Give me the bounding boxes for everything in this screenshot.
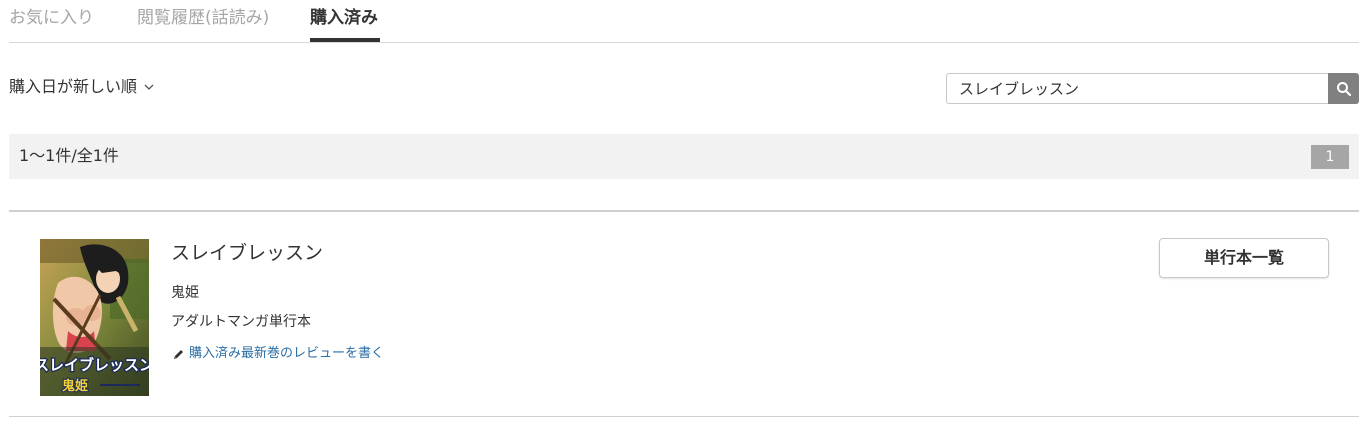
- item-category: アダルトマンガ単行本: [171, 314, 311, 330]
- chevron-down-icon: [144, 84, 154, 90]
- book-cover[interactable]: スレイブレッスン 鬼姫: [40, 239, 149, 396]
- divider: [9, 210, 1359, 212]
- item-title[interactable]: スレイブレッスン: [171, 240, 323, 266]
- search-button[interactable]: [1328, 73, 1359, 104]
- active-tab-indicator: [310, 38, 380, 42]
- cover-title-text: スレイブレッスン: [40, 356, 149, 374]
- write-review-label: 購入済み最新巻のレビューを書く: [189, 346, 385, 361]
- tab-favorites[interactable]: お気に入り: [9, 6, 94, 30]
- library-tabs: お気に入り 閲覧履歴(話読み) 購入済み: [9, 0, 1359, 43]
- tab-history[interactable]: 閲覧履歴(話読み): [137, 6, 269, 30]
- pencil-icon: [174, 349, 183, 359]
- search-box: [946, 73, 1359, 104]
- results-count: 1〜1件/全1件: [19, 146, 119, 165]
- tab-purchased[interactable]: 購入済み: [310, 6, 378, 30]
- item-author[interactable]: 鬼姫: [171, 283, 199, 303]
- volume-list-button[interactable]: 単行本一覧: [1159, 238, 1329, 278]
- divider: [9, 416, 1359, 417]
- sort-dropdown[interactable]: 購入日が新しい順: [9, 76, 155, 98]
- search-input[interactable]: [946, 73, 1328, 104]
- cover-illustration: スレイブレッスン 鬼姫: [40, 239, 149, 396]
- write-review-link[interactable]: 購入済み最新巻のレビューを書く: [172, 344, 384, 364]
- pagination-page[interactable]: 1: [1311, 145, 1349, 169]
- sort-label: 購入日が新しい順: [9, 77, 138, 96]
- search-icon: [1336, 81, 1351, 96]
- cover-author-text: 鬼姫: [62, 378, 88, 394]
- results-bar: 1〜1件/全1件 1: [9, 134, 1359, 179]
- purchased-library-page: お気に入り 閲覧履歴(話読み) 購入済み 購入日が新しい順 1〜1件/全1件 1: [0, 0, 1367, 426]
